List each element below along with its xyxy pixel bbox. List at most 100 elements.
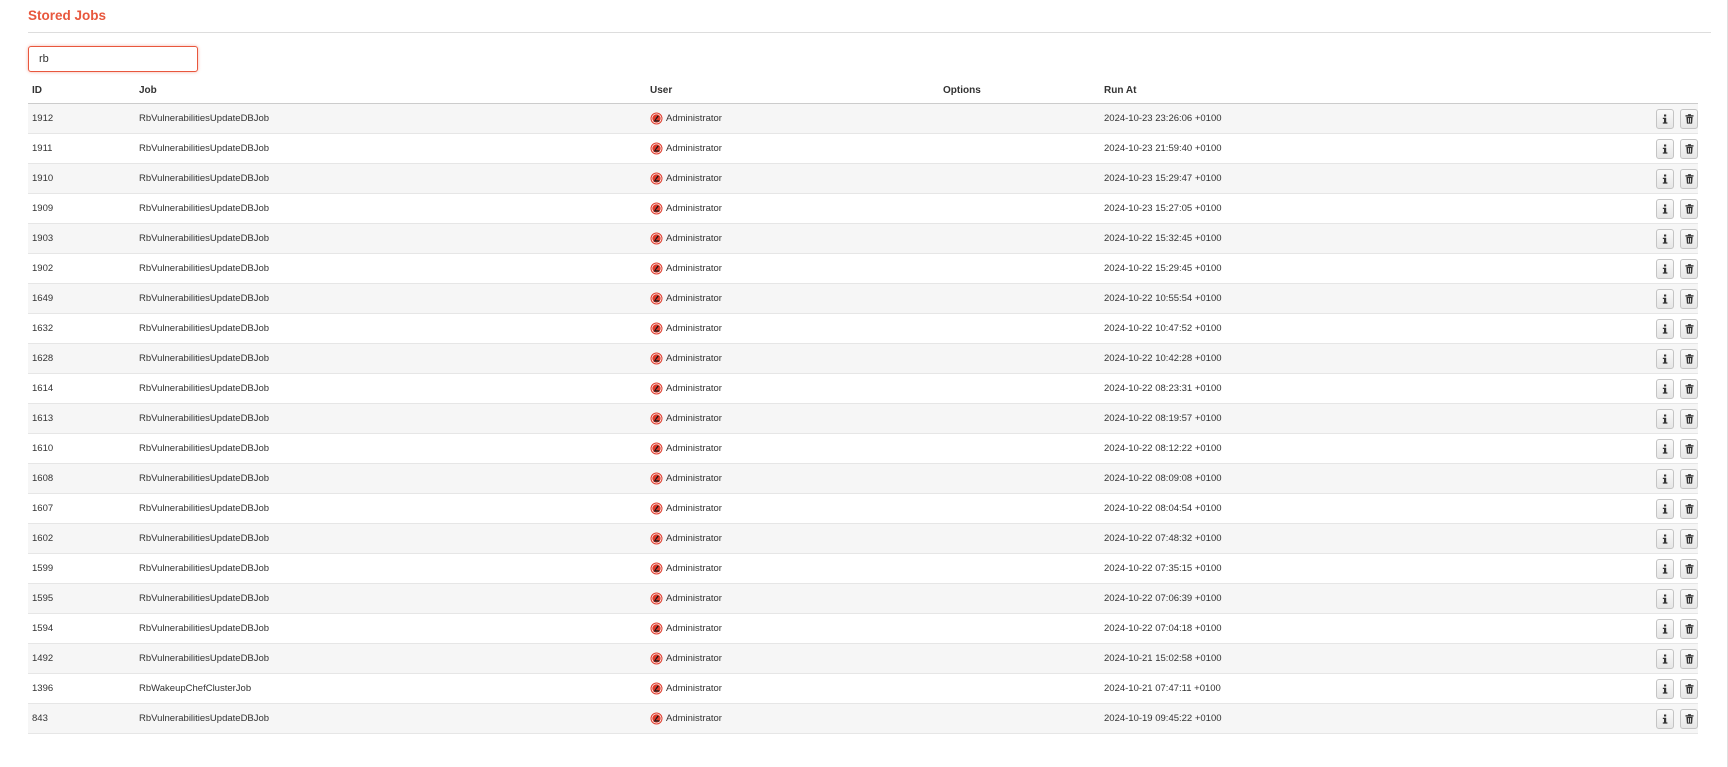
delete-button[interactable] — [1680, 318, 1698, 339]
delete-button[interactable] — [1680, 348, 1698, 369]
table-row: 1492 RbVulnerabilitiesUpdateDBJob Administ… — [28, 643, 1698, 674]
table-row: 1628 RbVulnerabilitiesUpdateDBJob Administ… — [28, 343, 1698, 374]
delete-button[interactable] — [1680, 618, 1698, 639]
delete-button[interactable] — [1680, 498, 1698, 519]
info-button[interactable] — [1656, 678, 1674, 699]
column-header-user[interactable]: User — [646, 78, 939, 104]
job-name-cell: RbVulnerabilitiesUpdateDBJob — [135, 553, 646, 584]
delete-button[interactable] — [1680, 558, 1698, 579]
table-row: 1602 RbVulnerabilitiesUpdateDBJob Administ… — [28, 523, 1698, 554]
trash-icon — [1685, 533, 1694, 544]
user-cell: Administrator — [646, 253, 939, 284]
column-header-options[interactable]: Options — [939, 78, 1100, 104]
info-button[interactable] — [1656, 438, 1674, 459]
info-icon — [1661, 234, 1669, 244]
info-button[interactable] — [1656, 498, 1674, 519]
trash-icon — [1685, 353, 1694, 364]
info-button[interactable] — [1656, 708, 1674, 729]
options-cell — [939, 523, 1100, 554]
delete-button[interactable] — [1680, 408, 1698, 429]
delete-button[interactable] — [1680, 138, 1698, 159]
column-header-run-at[interactable]: Run At — [1100, 78, 1400, 104]
delete-button[interactable] — [1680, 468, 1698, 489]
job-name-cell: RbVulnerabilitiesUpdateDBJob — [135, 613, 646, 644]
info-button[interactable] — [1656, 168, 1674, 189]
delete-button[interactable] — [1680, 678, 1698, 699]
info-icon — [1661, 354, 1669, 364]
job-id-cell: 1912 — [28, 103, 135, 134]
user-name: Administrator — [666, 293, 722, 304]
trash-icon — [1685, 563, 1694, 574]
column-header-id[interactable]: ID — [28, 78, 135, 104]
info-button[interactable] — [1656, 588, 1674, 609]
delete-button[interactable] — [1680, 228, 1698, 249]
delete-button[interactable] — [1680, 588, 1698, 609]
actions-cell — [1400, 553, 1698, 584]
delete-button[interactable] — [1680, 648, 1698, 669]
actions-cell — [1400, 163, 1698, 194]
info-button[interactable] — [1656, 288, 1674, 309]
delete-button[interactable] — [1680, 528, 1698, 549]
run-at-cell: 2024-10-19 09:45:22 +0100 — [1100, 703, 1400, 734]
job-id-cell: 1396 — [28, 673, 135, 704]
info-button[interactable] — [1656, 468, 1674, 489]
delete-button[interactable] — [1680, 288, 1698, 309]
column-header-job[interactable]: Job — [135, 78, 646, 104]
delete-button[interactable] — [1680, 108, 1698, 129]
user-name: Administrator — [666, 623, 722, 634]
actions-cell — [1400, 673, 1698, 704]
table-row: 1614 RbVulnerabilitiesUpdateDBJob Administ… — [28, 373, 1698, 404]
info-button[interactable] — [1656, 378, 1674, 399]
info-button[interactable] — [1656, 528, 1674, 549]
options-cell — [939, 283, 1100, 314]
info-icon — [1661, 444, 1669, 454]
user-avatar-icon — [650, 712, 663, 725]
info-button[interactable] — [1656, 318, 1674, 339]
run-at-cell: 2024-10-22 08:09:08 +0100 — [1100, 463, 1400, 494]
delete-button[interactable] — [1680, 378, 1698, 399]
actions-cell — [1400, 433, 1698, 464]
options-cell — [939, 433, 1100, 464]
actions-cell — [1400, 463, 1698, 494]
info-button[interactable] — [1656, 348, 1674, 369]
column-header-actions — [1400, 78, 1698, 104]
info-button[interactable] — [1656, 228, 1674, 249]
delete-button[interactable] — [1680, 438, 1698, 459]
actions-cell — [1400, 343, 1698, 374]
info-button[interactable] — [1656, 108, 1674, 129]
delete-button[interactable] — [1680, 168, 1698, 189]
job-name-cell: RbVulnerabilitiesUpdateDBJob — [135, 283, 646, 314]
run-at-cell: 2024-10-22 08:23:31 +0100 — [1100, 373, 1400, 404]
user-name: Administrator — [666, 653, 722, 664]
user-avatar-icon — [650, 142, 663, 155]
delete-button[interactable] — [1680, 198, 1698, 219]
trash-icon — [1685, 413, 1694, 424]
options-cell — [939, 103, 1100, 134]
user-cell: Administrator — [646, 103, 939, 134]
info-button[interactable] — [1656, 618, 1674, 639]
info-button[interactable] — [1656, 408, 1674, 429]
info-button[interactable] — [1656, 258, 1674, 279]
delete-button[interactable] — [1680, 708, 1698, 729]
user-avatar-icon — [650, 682, 663, 695]
options-cell — [939, 703, 1100, 734]
info-button[interactable] — [1656, 138, 1674, 159]
trash-icon — [1685, 503, 1694, 514]
table-row: 1632 RbVulnerabilitiesUpdateDBJob Administ… — [28, 313, 1698, 344]
user-cell: Administrator — [646, 613, 939, 644]
table-row: 1649 RbVulnerabilitiesUpdateDBJob Administ… — [28, 283, 1698, 314]
info-button[interactable] — [1656, 648, 1674, 669]
actions-cell — [1400, 523, 1698, 554]
run-at-cell: 2024-10-22 10:55:54 +0100 — [1100, 283, 1400, 314]
options-cell — [939, 613, 1100, 644]
table-row: 1599 RbVulnerabilitiesUpdateDBJob Administ… — [28, 553, 1698, 584]
info-button[interactable] — [1656, 198, 1674, 219]
job-id-cell: 1608 — [28, 463, 135, 494]
actions-cell — [1400, 643, 1698, 674]
delete-button[interactable] — [1680, 258, 1698, 279]
search-input[interactable] — [28, 46, 198, 72]
info-button[interactable] — [1656, 558, 1674, 579]
job-id-cell: 1492 — [28, 643, 135, 674]
user-cell: Administrator — [646, 313, 939, 344]
job-name-cell: RbWakeupChefClusterJob — [135, 673, 646, 704]
